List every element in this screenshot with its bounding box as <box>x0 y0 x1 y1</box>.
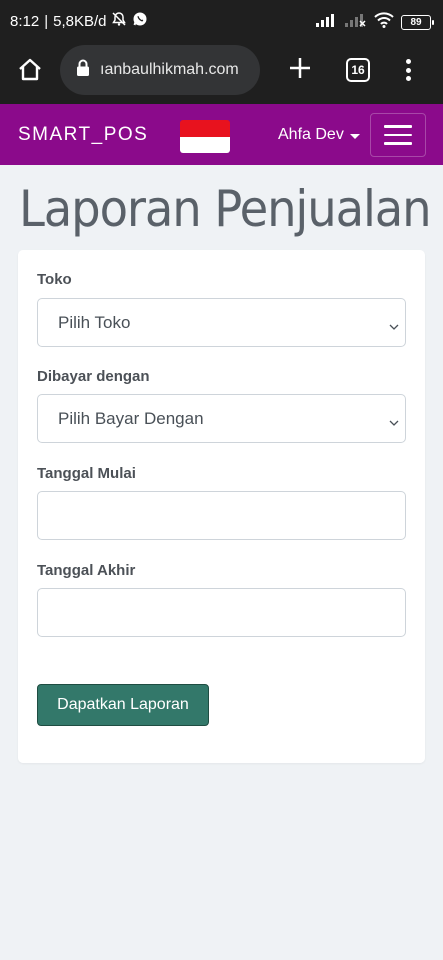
tanggal-mulai-label: Tanggal Mulai <box>37 465 136 482</box>
more-vert-icon[interactable] <box>398 56 418 84</box>
tanggal-mulai-input[interactable] <box>37 491 406 540</box>
home-button[interactable] <box>14 56 46 88</box>
status-bar-right: 89 <box>316 12 434 33</box>
user-name: Ahfa Dev <box>278 126 344 143</box>
tanggal-akhir-label: Tanggal Akhir <box>37 562 136 579</box>
dapatkan-laporan-button[interactable]: Dapatkan Laporan <box>37 684 209 726</box>
bell-muted-icon <box>111 11 127 31</box>
app-navbar: SMART_POS Ahfa Dev <box>0 104 443 165</box>
wifi-icon <box>374 12 394 33</box>
home-icon <box>17 57 43 88</box>
hamburger-line <box>384 133 412 137</box>
status-bar-left: 8:12 | 5,8KB/d <box>10 11 148 31</box>
hamburger-menu-button[interactable] <box>370 113 426 157</box>
brand-logo[interactable]: SMART_POS <box>18 124 148 146</box>
chevron-down-icon <box>389 317 399 330</box>
hamburger-line <box>384 142 412 145</box>
tabs-button[interactable]: 16 <box>346 58 370 82</box>
tanggal-akhir-input[interactable] <box>37 588 406 637</box>
report-form-card: Toko Pilih Toko Dibayar dengan Pilih Bay… <box>18 250 425 763</box>
new-tab-button[interactable] <box>284 54 316 86</box>
tabs-count: 16 <box>351 63 365 77</box>
signal-no-service-icon <box>345 13 367 32</box>
bayar-select[interactable]: Pilih Bayar Dengan <box>37 394 406 443</box>
battery-level: 89 <box>410 17 422 28</box>
url-text: ıanbaulhikmah.com <box>100 61 239 78</box>
chevron-down-icon <box>389 413 399 426</box>
caret-down-icon <box>349 133 360 139</box>
browser-toolbar: ıanbaulhikmah.com 16 <box>0 42 443 104</box>
signal-icon <box>316 13 338 32</box>
indonesia-flag-icon[interactable] <box>180 120 230 153</box>
status-time: 8:12 <box>10 12 40 30</box>
user-dropdown[interactable]: Ahfa Dev <box>278 126 360 144</box>
bayar-select-value: Pilih Bayar Dengan <box>58 408 204 428</box>
toko-select[interactable]: Pilih Toko <box>37 298 406 347</box>
page-title: Laporan Penjualan <box>19 180 432 238</box>
status-network-speed: 5,8KB/d <box>53 12 107 30</box>
lock-icon <box>76 59 90 82</box>
battery-icon: 89 <box>401 15 434 30</box>
whatsapp-icon <box>132 11 148 31</box>
plus-icon <box>289 57 311 84</box>
toko-label: Toko <box>37 271 72 288</box>
status-bar: 8:12 | 5,8KB/d 89 <box>0 0 443 42</box>
url-bar[interactable]: ıanbaulhikmah.com <box>60 45 260 95</box>
toko-select-value: Pilih Toko <box>58 312 131 332</box>
status-separator: | <box>44 12 49 30</box>
hamburger-line <box>384 125 412 128</box>
bayar-label: Dibayar dengan <box>37 368 150 385</box>
